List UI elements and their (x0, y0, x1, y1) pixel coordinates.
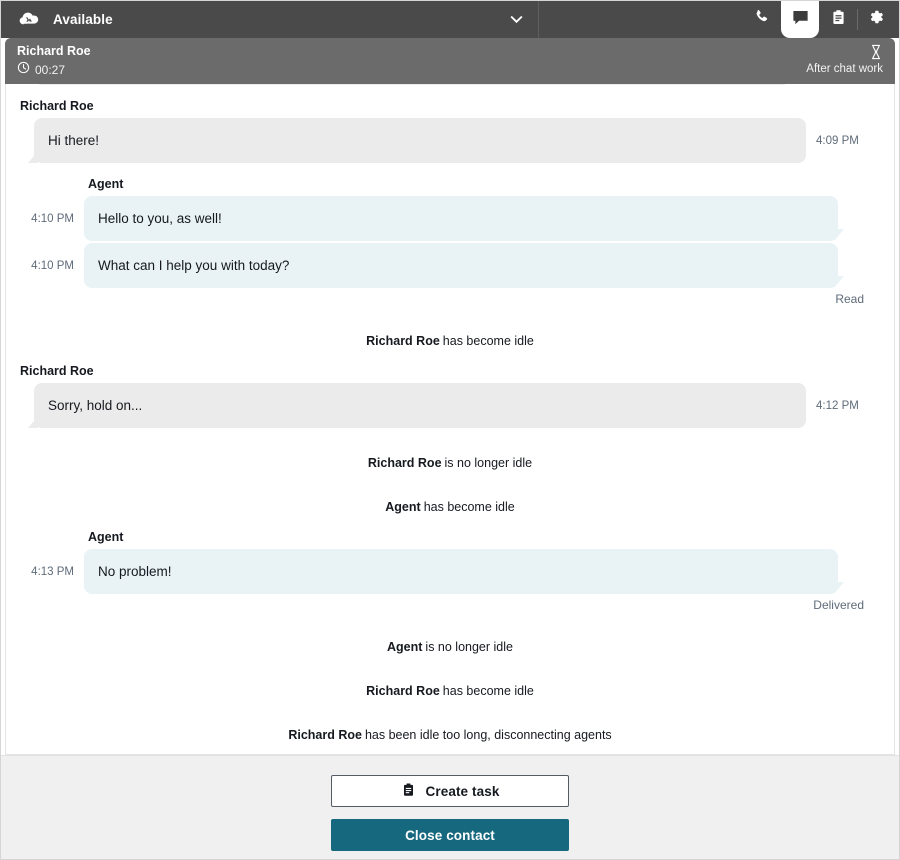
chevron-down-icon[interactable] (508, 12, 524, 28)
system-event-message: Richard Roe has been idle too long, disco… (20, 726, 880, 744)
clipboard-icon (401, 782, 416, 801)
message-row: Hi there! 4:09 PM (20, 118, 880, 163)
message-timestamp: 4:12 PM (816, 399, 859, 412)
clipped-previous-bubble (34, 84, 790, 85)
phone-icon (753, 8, 771, 31)
chat-message: Agent 4:10 PM Hello to you, as well! (20, 177, 880, 241)
system-event-actor: Richard Roe (366, 684, 440, 698)
create-task-label: Create task (425, 783, 500, 799)
system-event-text: has been idle too long, disconnecting ag… (364, 728, 612, 742)
close-contact-label: Close contact (405, 827, 495, 843)
customer-message-bubble: Hi there! (28, 118, 806, 163)
agent-message-bubble: No problem! (84, 549, 844, 594)
message-timestamp: 4:09 PM (816, 134, 859, 147)
message-sender-name: Agent (88, 530, 124, 544)
phone-tab[interactable] (743, 1, 781, 38)
chat-message: Richard Roe Sorry, hold on... 4:12 PM (20, 364, 880, 428)
contact-control-panel: Available Richard Roe 00:27 After chat w… (0, 0, 900, 860)
message-row: 4:10 PM What can I help you with today? (20, 243, 880, 288)
message-sender-name: Richard Roe (20, 364, 94, 378)
chat-message: 4:10 PM What can I help you with today? Re… (20, 243, 880, 306)
clipboard-icon (830, 9, 847, 31)
chat-transcript-scroll[interactable]: Richard Roe Hi there! 4:09 PM Agent 4:10 PM H… (6, 84, 894, 754)
tasks-tab[interactable] (819, 1, 857, 38)
message-delivery-receipt: Read (835, 292, 864, 306)
chat-tab[interactable] (781, 1, 819, 38)
contact-timer-row: 00:27 (17, 61, 806, 79)
system-event-actor: Richard Roe (366, 334, 440, 348)
system-event-message: Agent has become idle (20, 498, 880, 516)
create-task-button[interactable]: Create task (331, 775, 569, 807)
contact-actions-footer: Create task Close contact (1, 755, 899, 859)
message-timestamp: 4:10 PM (31, 212, 74, 225)
system-event-actor: Richard Roe (288, 728, 362, 742)
system-event-actor: Agent (387, 640, 423, 654)
message-sender-name: Richard Roe (20, 99, 94, 113)
chat-icon (791, 8, 810, 32)
system-event-message: Richard Roe has become idle (20, 682, 880, 700)
contact-name: Richard Roe (17, 44, 91, 58)
system-event-text: is no longer idle (444, 456, 533, 470)
connect-cloud-logo-icon (17, 8, 41, 32)
system-event-text: is no longer idle (425, 640, 513, 654)
message-sender-name: Agent (88, 177, 124, 191)
system-event-actor: Agent (385, 500, 421, 514)
gear-icon (867, 8, 885, 31)
agent-status-selector[interactable]: Available (1, 1, 539, 38)
message-row: 4:13 PM No problem! (20, 549, 880, 594)
agent-message-bubble: Hello to you, as well! (84, 196, 844, 241)
contact-header-left: Richard Roe 00:27 (17, 43, 806, 79)
message-delivery-receipt: Delivered (813, 598, 864, 612)
agent-status-label: Available (53, 12, 113, 27)
system-event-message: Richard Roe is no longer idle (20, 454, 880, 472)
message-row: 4:10 PM Hello to you, as well! (20, 196, 880, 241)
top-status-bar: Available (1, 1, 899, 38)
message-timestamp: 4:10 PM (31, 259, 74, 272)
system-event-message: Agent is no longer idle (20, 638, 880, 656)
message-timestamp: 4:13 PM (31, 565, 74, 578)
contact-state-label: After chat work (806, 63, 883, 75)
system-event-actor: Richard Roe (367, 456, 442, 470)
system-event-message: Richard Roe has become idle (20, 332, 880, 350)
customer-message-bubble: Sorry, hold on... (28, 383, 806, 428)
contact-header-right: After chat work (806, 43, 883, 77)
chat-message: Agent 4:13 PM No problem! Delivered (20, 530, 880, 612)
system-event-text: has become idle (442, 684, 534, 698)
system-event-text: has become idle (442, 334, 534, 348)
settings-tab[interactable] (857, 1, 895, 38)
chat-transcript-panel: Richard Roe Hi there! 4:09 PM Agent 4:10 PM H… (5, 84, 895, 755)
chat-message: Richard Roe Hi there! 4:09 PM (20, 99, 880, 163)
agent-message-bubble: What can I help you with today? (84, 243, 844, 288)
topbar-tab-group (743, 1, 899, 38)
contact-header[interactable]: Richard Roe 00:27 After chat work (5, 38, 895, 84)
close-contact-button[interactable]: Close contact (331, 819, 569, 851)
system-event-text: has become idle (423, 500, 515, 514)
hourglass-icon (869, 43, 883, 60)
clock-icon (17, 61, 30, 79)
contact-timer: 00:27 (35, 63, 66, 77)
message-row: Sorry, hold on... 4:12 PM (20, 383, 880, 428)
